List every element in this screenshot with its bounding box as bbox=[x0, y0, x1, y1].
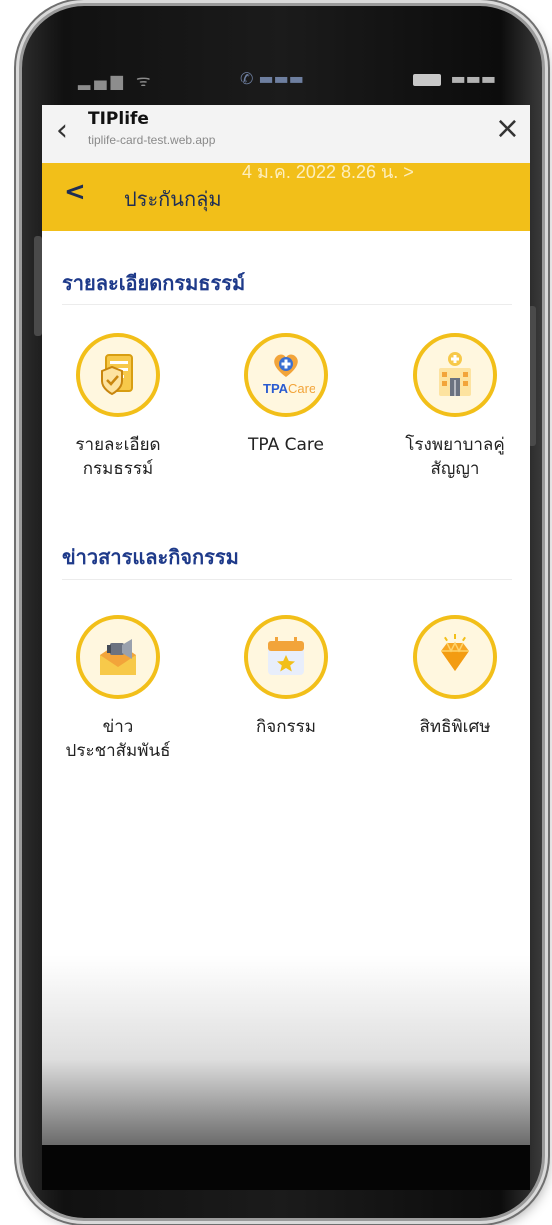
tile-label: รายละเอียด กรมธรรม์ bbox=[43, 433, 193, 481]
browser-back-icon[interactable]: ‹ bbox=[56, 113, 68, 148]
tile-label: สิทธิพิเศษ bbox=[380, 715, 530, 739]
tile-tpa-care[interactable]: TPA Care TPA Care bbox=[211, 333, 361, 457]
signal-icon: ▂▄▆ ᯤ bbox=[78, 71, 155, 90]
browser-bar: ‹ TIPlife tiplife-card-test.web.app × bbox=[42, 105, 530, 163]
call-icon: ✆ ▬▬▬ bbox=[240, 69, 304, 88]
policy-document-icon bbox=[76, 333, 160, 417]
tile-label-text: กิจกรรม bbox=[255, 717, 316, 737]
tpa-care-icon: TPA Care bbox=[244, 333, 328, 417]
tile-activities[interactable]: กิจกรรม bbox=[211, 615, 361, 739]
tile-label: TPA Care bbox=[211, 433, 361, 457]
phone-bottom-bezel bbox=[42, 1145, 530, 1190]
tile-label: กิจกรรม bbox=[211, 715, 361, 739]
tile-policy-details[interactable]: รายละเอียด กรมธรรม์ bbox=[43, 333, 193, 481]
browser-url: tiplife-card-test.web.app bbox=[88, 133, 216, 147]
hospital-icon bbox=[413, 333, 497, 417]
tile-news[interactable]: ข่าว ประชาสัมพันธ์ bbox=[43, 615, 193, 763]
tile-label-text: โรงพยาบาลคู่ สัญญา bbox=[405, 435, 505, 479]
divider bbox=[62, 579, 512, 580]
browser-title: TIPlife bbox=[88, 109, 149, 129]
calendar-star-icon bbox=[244, 615, 328, 699]
tile-privileges[interactable]: สิทธิพิเศษ bbox=[380, 615, 530, 739]
divider bbox=[62, 304, 512, 305]
tile-label-text: รายละเอียด กรมธรรม์ bbox=[75, 435, 161, 479]
page-title: ประกันกลุ่ม bbox=[124, 187, 222, 211]
svg-text:Care: Care bbox=[288, 381, 315, 396]
svg-text:TPA: TPA bbox=[263, 381, 289, 396]
tile-label: ข่าว ประชาสัมพันธ์ bbox=[43, 715, 193, 763]
battery-icon: ▬▬▬ bbox=[412, 69, 496, 88]
section-title-news: ข่าวสารและกิจกรรม bbox=[62, 545, 239, 569]
back-button[interactable]: < bbox=[64, 177, 86, 207]
diamond-icon bbox=[413, 615, 497, 699]
tile-label-text: สิทธิพิเศษ bbox=[419, 717, 491, 737]
app-screen: ‹ TIPlife tiplife-card-test.web.app × < … bbox=[42, 105, 530, 1145]
side-button bbox=[34, 236, 42, 336]
tile-partner-hospital[interactable]: โรงพยาบาลคู่ สัญญา bbox=[380, 333, 530, 481]
notification-overlay-text: 4 ม.ค. 2022 8.26 น. > bbox=[242, 162, 414, 182]
tile-label-text: ข่าว ประชาสัมพันธ์ bbox=[65, 717, 171, 761]
section-title-policy: รายละเอียดกรมธรรม์ bbox=[62, 271, 246, 295]
bottom-shadow bbox=[42, 955, 530, 1145]
tile-label: โรงพยาบาลคู่ สัญญา bbox=[380, 433, 530, 481]
news-megaphone-icon bbox=[76, 615, 160, 699]
status-bar: ▂▄▆ ᯤ ✆ ▬▬▬ ▬▬▬ bbox=[42, 55, 530, 105]
tile-label-text: TPA Care bbox=[248, 435, 324, 455]
close-icon[interactable]: × bbox=[495, 111, 520, 146]
